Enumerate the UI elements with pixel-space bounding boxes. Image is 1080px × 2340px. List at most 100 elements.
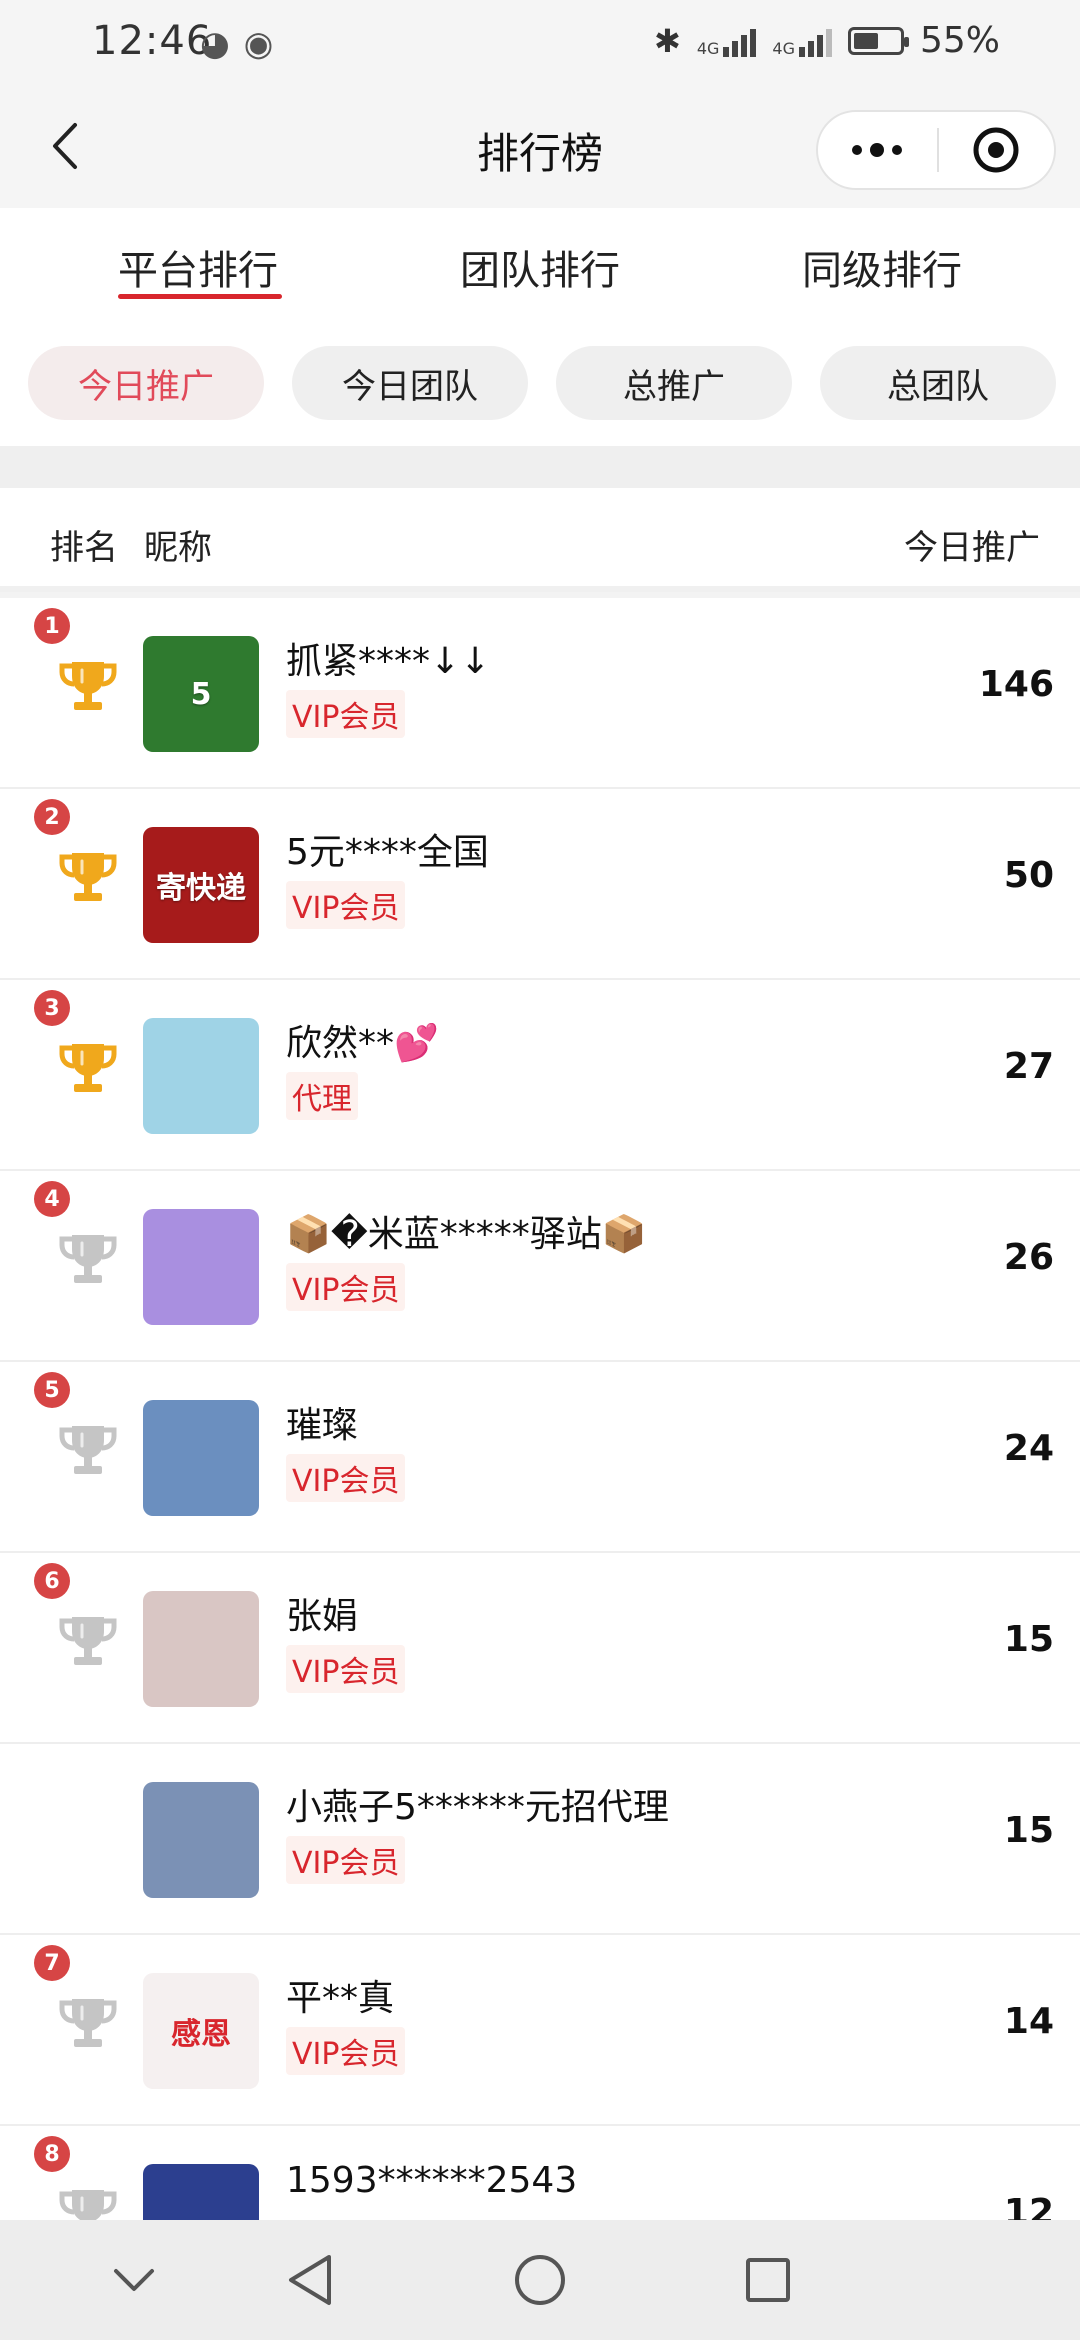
member-tag: VIP会员 — [286, 1263, 406, 1311]
ranking-row[interactable]: 7 感恩 平**真 VIP会员 14 — [0, 1935, 1080, 2126]
status-left-icons: ◕ ◉ — [200, 24, 273, 64]
system-home-button[interactable] — [510, 2250, 570, 2310]
more-button[interactable] — [818, 112, 937, 188]
rank-badge: 3 — [34, 990, 70, 1026]
score: 24 — [1003, 1428, 1054, 1469]
avatar — [143, 1400, 259, 1516]
trophy-icon — [56, 1991, 120, 2055]
tab-team[interactable]: 团队排行 — [460, 238, 620, 296]
trophy-icon — [56, 1227, 120, 1291]
avatar: 5 — [143, 636, 259, 752]
nickname: 📦�米蓝*****驿站📦 — [286, 1214, 647, 1255]
mini-program-capsule — [816, 110, 1056, 190]
signal-2: 4G — [772, 25, 832, 57]
circle-home-icon — [515, 2255, 565, 2305]
ranking-row[interactable]: 小燕子5******元招代理 VIP会员 15 — [0, 1744, 1080, 1935]
score: 27 — [1003, 1046, 1054, 1087]
signal-bars-icon — [798, 25, 832, 57]
system-recent-button[interactable] — [738, 2250, 798, 2310]
tab-same-level[interactable]: 同级排行 — [802, 238, 962, 296]
trophy-icon — [56, 1609, 120, 1673]
collapse-button[interactable] — [104, 2250, 164, 2310]
score: 14 — [1003, 2001, 1054, 2042]
nav-bar: 排行榜 — [0, 88, 1080, 208]
ranking-row[interactable]: 5 璀璨 VIP会员 24 — [0, 1362, 1080, 1553]
member-tag: VIP会员 — [286, 690, 406, 738]
rank-badge: 5 — [34, 1372, 70, 1408]
signal-bars-icon — [723, 25, 757, 57]
status-time: 12:46 — [92, 18, 213, 64]
avatar: 感恩 — [143, 1973, 259, 2089]
filter-today-team[interactable]: 今日团队 — [292, 346, 528, 420]
rank-badge: 7 — [34, 1945, 70, 1981]
nickname: 张娟 — [286, 1596, 359, 1637]
avatar — [143, 1782, 259, 1898]
member-tag: VIP会员 — [286, 881, 406, 929]
nickname: 抓紧****↓↓ — [286, 641, 491, 682]
rank-badge: 2 — [34, 799, 70, 835]
ranking-row[interactable]: 4 📦�米蓝*****驿站📦 VIP会员 26 — [0, 1171, 1080, 1362]
trophy-icon — [56, 654, 120, 718]
network-type-1: 4G — [696, 38, 720, 58]
header-nickname: 昵称 — [144, 528, 212, 568]
table-header: 排名 昵称 今日推广 — [0, 488, 1080, 592]
nickname: 1593******2543 — [286, 2160, 578, 2201]
network-type-2: 4G — [772, 38, 795, 58]
ranking-tabs: 平台排行 团队排行 同级排行 — [0, 208, 1080, 318]
ranking-row[interactable]: 6 张娟 VIP会员 15 — [0, 1553, 1080, 1744]
rank-badge: 8 — [34, 2136, 70, 2172]
status-right: ✱ 4G 4G 55% — [654, 20, 1000, 61]
avatar — [143, 1209, 259, 1325]
battery-fill — [853, 32, 879, 49]
system-back-button[interactable] — [280, 2250, 340, 2310]
score: 50 — [1003, 855, 1054, 896]
eye-icon: ◉ — [243, 24, 274, 64]
ranking-row[interactable]: 1 5 抓紧****↓↓ VIP会员 146 — [0, 598, 1080, 789]
trophy-icon — [56, 845, 120, 909]
nickname: 平**真 — [286, 1978, 395, 2019]
header-metric: 今日推广 — [904, 528, 1040, 568]
filter-today-promotion[interactable]: 今日推广 — [28, 346, 264, 420]
ranking-list: 1 5 抓紧****↓↓ VIP会员 146 2 寄快递 5元****全国 VIP会员 50 3 欣然… — [0, 598, 1080, 2317]
avatar — [143, 1591, 259, 1707]
close-program-button[interactable] — [939, 112, 1054, 188]
avatar — [143, 1018, 259, 1134]
nickname: 璀璨 — [286, 1405, 359, 1446]
header-rank: 排名 — [50, 528, 118, 568]
rank-badge: 1 — [34, 608, 70, 644]
square-recent-icon — [746, 2258, 790, 2302]
status-bar: 12:46 ◕ ◉ ✱ 4G 4G 55% — [0, 0, 1080, 88]
score: 146 — [978, 664, 1054, 705]
score: 15 — [1003, 1619, 1054, 1660]
member-tag: 代理 — [286, 1072, 358, 1120]
nickname: 欣然**💕 — [286, 1023, 439, 1064]
score: 15 — [1003, 1810, 1054, 1851]
rank-badge: 6 — [34, 1563, 70, 1599]
nickname: 5元****全国 — [286, 832, 489, 873]
filter-total-promotion[interactable]: 总推广 — [556, 346, 792, 420]
avatar-caption: 感恩 — [171, 2017, 231, 2052]
avatar: 寄快递 — [143, 827, 259, 943]
battery-percent: 55% — [919, 20, 1000, 61]
ranking-row[interactable]: 2 寄快递 5元****全国 VIP会员 50 — [0, 789, 1080, 980]
ranking-row[interactable]: 3 欣然**💕 代理 27 — [0, 980, 1080, 1171]
more-dots-icon — [852, 143, 903, 157]
trophy-icon — [56, 1036, 120, 1100]
app-notification-icon: ◕ — [200, 24, 230, 64]
bluetooth-icon: ✱ — [654, 21, 681, 60]
section-gap — [0, 446, 1080, 488]
system-nav-bar — [0, 2220, 1080, 2340]
chevron-down-icon — [114, 2269, 154, 2291]
member-tag: VIP会员 — [286, 2027, 406, 2075]
filter-total-team[interactable]: 总团队 — [820, 346, 1056, 420]
avatar-caption: 5 — [190, 676, 212, 712]
signal-1: 4G — [697, 25, 757, 57]
member-tag: VIP会员 — [286, 1454, 406, 1502]
avatar-caption: 寄快递 — [156, 871, 246, 906]
active-tab-indicator — [118, 294, 282, 299]
member-tag: VIP会员 — [286, 1836, 406, 1884]
score: 26 — [1003, 1237, 1054, 1278]
tab-platform[interactable]: 平台排行 — [118, 238, 278, 296]
battery-icon — [847, 26, 909, 55]
filter-chips: 今日推广 今日团队 总推广 总团队 — [0, 318, 1080, 446]
